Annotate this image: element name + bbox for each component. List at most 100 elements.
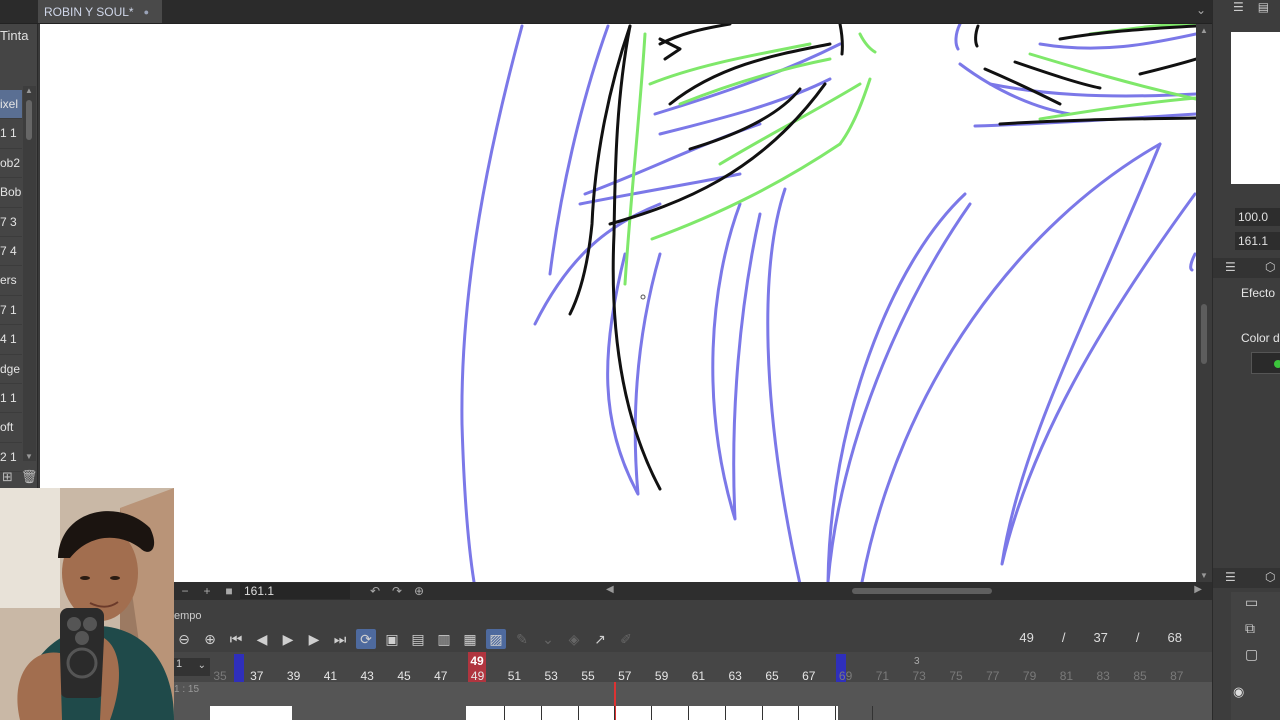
navigator-angle-field[interactable]: 161.1 xyxy=(1235,232,1280,250)
eye-icon[interactable]: ◉ xyxy=(1233,684,1244,700)
track-selector-value: 1 xyxy=(176,658,183,670)
blue-stroke xyxy=(766,187,802,582)
scroll-right-icon[interactable]: ▶ xyxy=(1194,584,1202,595)
scroll-left-icon[interactable]: ◀ xyxy=(606,584,614,595)
layer-icon[interactable]: ▤ xyxy=(1258,0,1269,18)
ruler-tick-label: 59 xyxy=(654,669,669,683)
cell-divider xyxy=(872,706,873,720)
brush-list-item[interactable]: Bob xyxy=(0,178,22,208)
layer-property-icon[interactable]: ⬡ xyxy=(1265,260,1275,274)
layer-color-swatch[interactable] xyxy=(1251,352,1280,374)
end-frame: 68 xyxy=(1167,630,1182,645)
zoom-out-icon[interactable]: ⊖ xyxy=(174,629,194,649)
scroll-up-icon[interactable]: ▲ xyxy=(1200,26,1208,35)
cell-divider xyxy=(614,706,616,720)
canvas-vertical-scrollbar[interactable]: ▲ ▼ xyxy=(1196,24,1212,582)
scroll-thumb[interactable] xyxy=(1201,304,1207,364)
camera-icon[interactable]: ✎ xyxy=(512,629,532,649)
timeline-cell[interactable] xyxy=(210,706,292,720)
modified-indicator[interactable]: ● xyxy=(144,7,149,17)
document-tab[interactable]: ROBIN Y SOUL* ● xyxy=(38,0,162,23)
brush-list-item[interactable]: ixel xyxy=(0,90,22,120)
ink-stroke xyxy=(658,37,682,61)
frame-ruler[interactable]: 1 ⌄ 49 3 35 37 39 41 43 45 47 49 51 53 55 57 59 61 63 6… xyxy=(174,652,1212,688)
chevron-down-icon[interactable]: ⌄ xyxy=(1196,3,1206,17)
trash-icon[interactable]: 🗑 xyxy=(21,469,38,485)
ruler-tick-label: 61 xyxy=(691,669,706,683)
color-label: Color d xyxy=(1241,331,1280,345)
brush-list-item[interactable]: 1 1 xyxy=(0,119,22,149)
pen-icon[interactable]: ✐ xyxy=(616,629,636,649)
add-icon[interactable]: ⊞ xyxy=(2,469,13,485)
ink-stroke xyxy=(998,116,1196,126)
delete-cel-icon[interactable]: ▥ xyxy=(434,629,454,649)
mask-icon[interactable]: ▭ xyxy=(1245,594,1258,611)
rotate-right-icon[interactable]: ↷ xyxy=(386,584,408,598)
brush-list-item[interactable]: 7 3 xyxy=(0,208,22,237)
ink-stroke xyxy=(668,42,832,106)
menu-icon[interactable]: ☰ xyxy=(1225,260,1236,274)
ruler-tick-label: 39 xyxy=(286,669,301,683)
specify-cel-icon[interactable]: ▤ xyxy=(408,629,428,649)
drawing-canvas[interactable] xyxy=(40,24,1196,582)
brush-list-item[interactable]: ers xyxy=(0,266,22,296)
brush-list-item[interactable]: oft xyxy=(0,413,22,443)
brush-list-item[interactable]: 4 1 xyxy=(0,325,22,355)
scroll-thumb[interactable] xyxy=(852,588,992,594)
brush-list-item[interactable]: 1 1 xyxy=(0,384,22,414)
navigator-zoom-field[interactable]: 100.0 xyxy=(1235,208,1280,226)
ruler-marker: 3 xyxy=(914,656,920,667)
fit-square-icon[interactable]: ■ xyxy=(218,584,240,598)
brush-list-item[interactable]: 7 4 xyxy=(0,237,22,267)
layers-icon[interactable]: ⬡ xyxy=(1265,570,1275,584)
cell-divider xyxy=(798,706,800,720)
keyframe-icon[interactable]: ◈ xyxy=(564,629,584,649)
left-panel-scrollbar[interactable]: ▲ ▼ xyxy=(23,86,36,461)
rotate-left-icon[interactable]: ↶ xyxy=(364,584,386,598)
ruler-tick-label: 55 xyxy=(581,669,595,683)
curve-icon[interactable]: ↗ xyxy=(590,629,610,649)
scroll-up-icon[interactable]: ▲ xyxy=(25,86,33,95)
blue-stroke xyxy=(460,24,524,582)
play-icon[interactable]: ▶ xyxy=(278,629,298,649)
cel-list-icon[interactable]: ▦ xyxy=(460,629,480,649)
zoom-out-icon[interactable]: − xyxy=(174,584,196,598)
brush-list-item[interactable]: 7 1 xyxy=(0,296,22,326)
folder-icon[interactable]: ▢ xyxy=(1245,646,1258,663)
ruler-tick-label: 81 xyxy=(1059,669,1074,683)
zoom-in-icon[interactable]: ⊕ xyxy=(200,629,220,649)
next-frame-icon[interactable]: ▶ xyxy=(304,629,324,649)
blue-stroke xyxy=(658,77,832,136)
reset-rotation-icon[interactable]: ⊕ xyxy=(408,584,430,598)
ruler-tick-label: 49 xyxy=(470,669,485,683)
frame-separator: / xyxy=(1061,630,1066,645)
navigator-preview[interactable] xyxy=(1231,32,1280,184)
previous-frame-icon[interactable]: ◀ xyxy=(252,629,272,649)
chevron-down-icon[interactable]: ⌄ xyxy=(198,660,206,671)
animation-track[interactable]: 1 : 15 xyxy=(174,682,1212,720)
brush-list-item[interactable]: ob2 xyxy=(0,149,22,179)
zoom-in-icon[interactable]: + xyxy=(196,584,218,598)
loop-icon[interactable]: ⟳ xyxy=(356,629,376,649)
canvas-horizontal-scrollbar[interactable]: ◀ ▶ xyxy=(606,584,1202,597)
ruler-tick-label: 57 xyxy=(618,669,632,683)
onion-skin-icon[interactable]: ▨ xyxy=(486,629,506,649)
track-selector[interactable]: 1 ⌄ xyxy=(174,658,210,676)
first-frame-icon[interactable]: ⏮ xyxy=(226,629,246,649)
scroll-down-icon[interactable]: ▼ xyxy=(25,452,33,461)
menu-icon[interactable]: ☰ xyxy=(1233,0,1244,18)
brush-list-item[interactable]: dge xyxy=(0,355,22,384)
canvas-status-bar: − + ■ 161.1 ↶ ↷ ⊕ ◀ ▶ xyxy=(174,582,1212,600)
menu-icon[interactable]: ☰ xyxy=(1225,570,1236,584)
last-frame-icon[interactable]: ⏭ xyxy=(330,629,350,649)
ruler-tick-label: 79 xyxy=(1022,669,1037,683)
playback-start-marker[interactable] xyxy=(234,654,244,684)
new-cel-icon[interactable]: ▣ xyxy=(382,629,402,649)
chevron-down-icon[interactable]: ⌄ xyxy=(538,629,558,649)
cell-divider xyxy=(504,706,505,720)
green-stroke xyxy=(650,142,842,241)
new-layer-icon[interactable]: ⧉ xyxy=(1245,620,1255,637)
scroll-down-icon[interactable]: ▼ xyxy=(1200,571,1208,580)
zoom-field[interactable]: 161.1 xyxy=(240,583,350,599)
scroll-thumb[interactable] xyxy=(26,100,32,140)
